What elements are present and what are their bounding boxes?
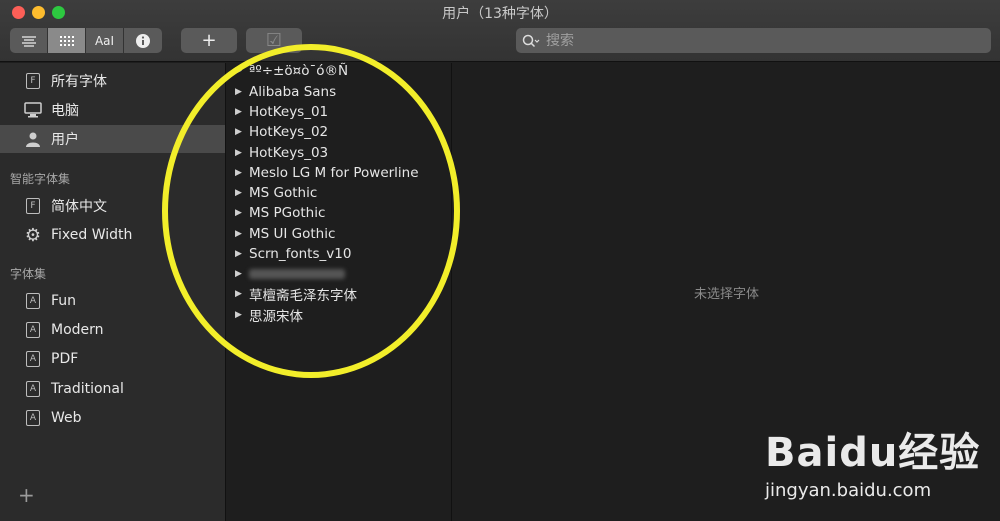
list-item[interactable]: ▶ MS PGothic xyxy=(235,203,325,223)
list-item[interactable]: ▶ Meslo LG M for Powerline xyxy=(235,163,419,183)
sample-view-button[interactable]: AaI xyxy=(86,28,124,53)
font-name: Alibaba Sans xyxy=(249,84,337,100)
gear-icon: ⚙ xyxy=(24,224,42,246)
disclosure-triangle-icon[interactable]: ▶ xyxy=(235,249,244,259)
disclosure-triangle-icon[interactable]: ▶ xyxy=(235,208,244,218)
sidebar-item-pdf[interactable]: A PDF xyxy=(0,345,225,373)
sidebar-item-traditional[interactable]: A Traditional xyxy=(0,375,225,403)
window-title: 用户（13种字体） xyxy=(442,6,558,22)
no-font-selected-label: 未选择字体 xyxy=(693,287,759,302)
sidebar-item-label: 电脑 xyxy=(51,103,79,119)
collections-header: 字体集 xyxy=(10,267,47,281)
collection-icon: A xyxy=(24,409,42,427)
list-item[interactable]: ▶ ªº÷±ö¤ò¯ó®Ñ xyxy=(235,61,348,81)
disclosure-triangle-icon[interactable]: ▶ xyxy=(235,107,244,117)
sidebar-item-fixed-width[interactable]: ⚙ Fixed Width xyxy=(0,221,225,249)
list-item[interactable]: ▶ Scrn_fonts_v10 xyxy=(235,244,351,264)
font-list: ▶ ªº÷±ö¤ò¯ó®Ñ ▶ Alibaba Sans ▶ HotKeys_01 ▶… xyxy=(227,63,452,521)
sidebar-item-label: 简体中文 xyxy=(51,199,107,215)
collection-icon: A xyxy=(24,321,42,339)
sidebar-item-simplified-chinese[interactable]: F 简体中文 xyxy=(0,192,225,220)
view-mode-control: AaI xyxy=(10,28,162,53)
list-item[interactable]: ▶ HotKeys_02 xyxy=(235,122,328,142)
add-font-button[interactable]: + xyxy=(181,28,237,53)
watermark-url: jingyan.baidu.com xyxy=(765,480,932,501)
list-item[interactable]: ▶ HotKeys_01 xyxy=(235,102,328,122)
font-name: 草檀斋毛泽东字体 xyxy=(249,288,357,304)
list-item[interactable]: ▶ MS UI Gothic xyxy=(235,224,335,244)
font-name: 思源宋体 xyxy=(249,309,303,325)
blurred-font-name xyxy=(249,269,345,279)
list-item[interactable]: ▶ MS Gothic xyxy=(235,183,317,203)
disclosure-triangle-icon[interactable]: ▶ xyxy=(235,66,244,76)
font-file-icon: F xyxy=(24,72,42,90)
sidebar-item-label: Fun xyxy=(51,293,77,309)
baidu-watermark: Baidu经验 jingyan.baidu.com xyxy=(765,420,980,501)
font-file-icon: F xyxy=(24,197,42,215)
disclosure-triangle-icon[interactable]: ▶ xyxy=(235,148,244,158)
list-view-icon xyxy=(21,35,36,47)
font-name: ªº÷±ö¤ò¯ó®Ñ xyxy=(249,63,349,79)
list-item[interactable]: ▶ xyxy=(235,264,345,284)
font-name: Meslo LG M for Powerline xyxy=(249,165,419,181)
list-item[interactable]: ▶ HotKeys_03 xyxy=(235,143,328,163)
sidebar-item-label: PDF xyxy=(51,351,79,367)
grid-view-button[interactable] xyxy=(48,28,86,53)
list-item[interactable]: ▶ 思源宋体 xyxy=(235,305,303,325)
sidebar-item-web[interactable]: A Web xyxy=(0,404,225,432)
font-name: MS UI Gothic xyxy=(249,226,336,242)
collection-icon: A xyxy=(24,380,42,398)
search-icon xyxy=(522,34,540,47)
font-name: MS Gothic xyxy=(249,185,318,201)
font-name: HotKeys_03 xyxy=(249,145,329,161)
font-name: HotKeys_02 xyxy=(249,124,329,140)
collection-icon: A xyxy=(24,350,42,368)
disclosure-triangle-icon[interactable]: ▶ xyxy=(235,289,244,299)
sidebar-item-fun[interactable]: A Fun xyxy=(0,287,225,315)
disclosure-triangle-icon[interactable]: ▶ xyxy=(235,87,244,97)
search-field[interactable] xyxy=(516,28,991,53)
font-book-window: 用户（13种字体） AaI + ☑ F 所有字体 xyxy=(0,0,1000,521)
list-view-button[interactable] xyxy=(10,28,48,53)
sidebar-item-label: 用户 xyxy=(51,132,79,148)
disclosure-triangle-icon[interactable]: ▶ xyxy=(235,188,244,198)
font-name: MS PGothic xyxy=(249,205,326,221)
sidebar-item-label: Web xyxy=(51,410,82,426)
sidebar-item-label: Fixed Width xyxy=(51,227,133,243)
info-icon xyxy=(136,33,150,48)
disclosure-triangle-icon[interactable]: ▶ xyxy=(235,168,244,178)
user-icon xyxy=(24,130,42,148)
font-name: HotKeys_01 xyxy=(249,104,329,120)
validate-font-button[interactable]: ☑ xyxy=(246,28,302,53)
sidebar: F 所有字体 电脑 用户 智能字体集 F 简体中文 ⚙ Fixed Width … xyxy=(0,63,226,521)
sidebar-item-computer[interactable]: 电脑 xyxy=(0,96,225,124)
sidebar-item-label: 所有字体 xyxy=(51,74,107,90)
font-name: Scrn_fonts_v10 xyxy=(249,246,352,262)
sidebar-item-modern[interactable]: A Modern xyxy=(0,316,225,344)
disclosure-triangle-icon[interactable]: ▶ xyxy=(235,229,244,239)
disclosure-triangle-icon[interactable]: ▶ xyxy=(235,310,244,320)
smart-collections-header: 智能字体集 xyxy=(10,172,71,186)
disclosure-triangle-icon[interactable]: ▶ xyxy=(235,127,244,137)
disclosure-triangle-icon[interactable]: ▶ xyxy=(235,269,244,279)
info-view-button[interactable] xyxy=(124,28,162,53)
sidebar-item-all-fonts[interactable]: F 所有字体 xyxy=(0,67,225,95)
search-input[interactable] xyxy=(546,32,966,49)
sidebar-item-label: Modern xyxy=(51,322,104,338)
list-item[interactable]: ▶ Alibaba Sans xyxy=(235,82,336,102)
watermark-logo: Baidu经验 xyxy=(765,430,981,476)
sidebar-item-label: Traditional xyxy=(51,381,124,397)
computer-icon xyxy=(24,101,42,119)
title-bar: 用户（13种字体） AaI + ☑ xyxy=(0,0,1000,62)
add-collection-button[interactable]: + xyxy=(18,483,35,507)
collection-icon: A xyxy=(24,292,42,310)
list-item[interactable]: ▶ 草檀斋毛泽东字体 xyxy=(235,284,357,304)
sidebar-item-user[interactable]: 用户 xyxy=(0,125,225,153)
grid-view-icon xyxy=(59,35,74,46)
